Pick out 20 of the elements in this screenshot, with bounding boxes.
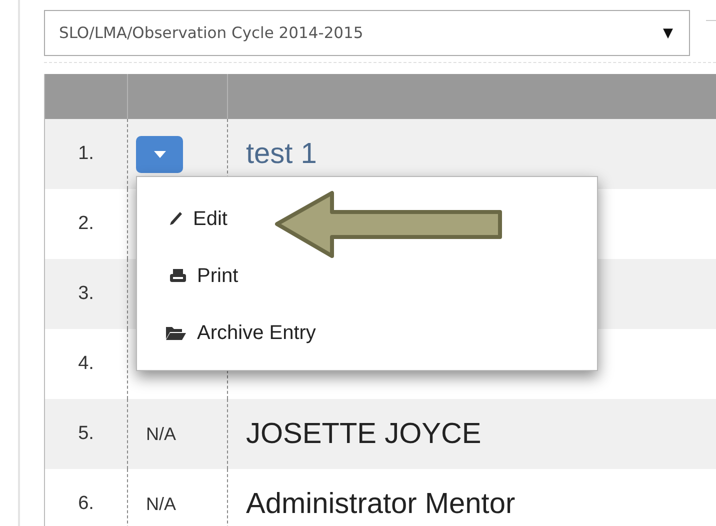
menu-item[interactable]: Edit [137,190,597,248]
caret-icon: ▼ [663,26,673,40]
entry-link[interactable]: test 1 [246,138,317,170]
caret-icon [154,150,166,158]
row-number: 2. [78,213,94,235]
menu-item[interactable]: Archive Entry [137,304,597,362]
pencil-icon [169,211,183,227]
table-cell: N/A [146,424,176,444]
table-cell: Administrator Mentor [246,488,516,520]
printer-icon [169,268,187,284]
row-number: 3. [78,283,94,305]
cycle-select[interactable]: SLO/LMA/Observation Cycle 2014-2015 ▼ [44,10,690,56]
table-cell: JOSETTE JOYCE [246,418,482,450]
row-number: 1. [78,143,94,165]
row-number: 5. [78,423,94,445]
row-number: 6. [78,493,94,515]
table-cell: N/A [146,494,176,514]
row-number: 4. [78,353,94,375]
folder-icon [165,325,187,341]
menu-item[interactable]: Print [137,248,597,304]
